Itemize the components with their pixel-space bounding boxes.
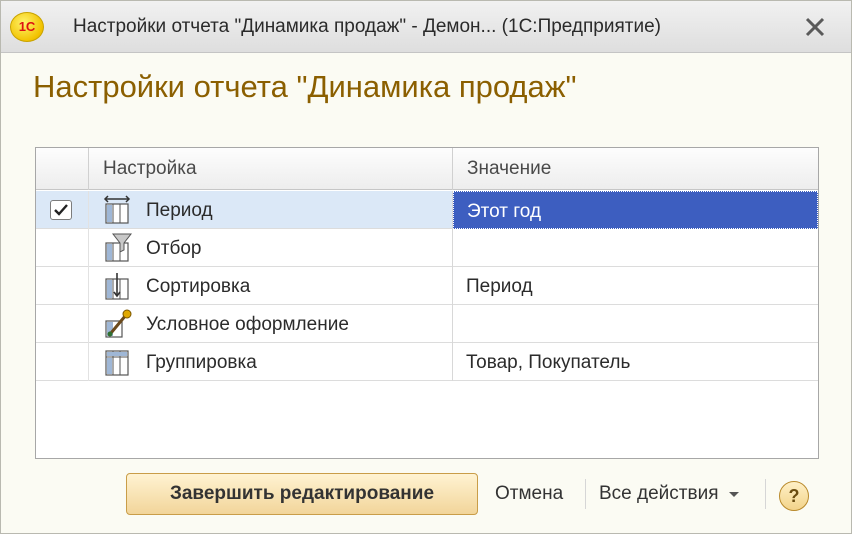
row-checkbox[interactable] — [50, 200, 72, 220]
table-row[interactable]: Условное оформление — [36, 305, 818, 343]
table-row[interactable]: Отбор — [36, 229, 818, 267]
row-check-cell — [36, 305, 89, 343]
row-check-cell[interactable] — [36, 191, 89, 229]
row-value-cell[interactable]: Период — [453, 267, 818, 305]
sort-icon — [105, 273, 129, 300]
separator — [585, 479, 586, 509]
table-row[interactable]: Группировка Товар, Покупатель — [36, 343, 818, 381]
row-label: Отбор — [146, 238, 202, 259]
row-name-cell[interactable]: Условное оформление — [89, 305, 453, 343]
row-value-cell[interactable] — [453, 305, 818, 343]
row-name-cell[interactable]: Отбор — [89, 229, 453, 267]
row-check-cell — [36, 343, 89, 381]
header-check-column — [36, 148, 89, 190]
header-setting[interactable]: Настройка — [89, 148, 453, 190]
row-value-cell[interactable] — [453, 229, 818, 267]
form-title: Настройки отчета "Динамика продаж" — [33, 69, 577, 104]
row-check-cell — [36, 267, 89, 305]
row-value-cell[interactable]: Этот год — [453, 191, 818, 229]
row-check-cell — [36, 229, 89, 267]
table-row[interactable]: Сортировка Период — [36, 267, 818, 305]
table-header: Настройка Значение — [36, 148, 818, 190]
title-bar[interactable]: 1С Настройки отчета "Динамика продаж" - … — [1, 1, 851, 53]
chevron-down-icon — [728, 492, 739, 497]
row-value: Период — [466, 276, 533, 297]
row-label: Условное оформление — [146, 314, 349, 335]
check-icon — [54, 204, 68, 216]
cancel-button[interactable]: Отмена — [495, 473, 563, 515]
row-value: Этот год — [467, 201, 542, 222]
table-row[interactable]: Период Этот год — [36, 191, 818, 229]
settings-window: 1С Настройки отчета "Динамика продаж" - … — [0, 0, 852, 534]
app-logo-text: 1С — [18, 19, 36, 34]
period-icon — [103, 195, 131, 224]
row-name-cell[interactable]: Сортировка — [89, 267, 453, 305]
settings-table: Настройка Значение Период Этот год Отбор… — [35, 147, 819, 459]
filter-icon — [105, 233, 133, 262]
row-value-cell[interactable]: Товар, Покупатель — [453, 343, 818, 381]
row-label: Группировка — [146, 352, 257, 373]
row-label: Сортировка — [146, 276, 251, 297]
all-actions-button[interactable]: Все действия — [599, 473, 741, 515]
help-button[interactable]: ? — [779, 481, 809, 511]
close-icon[interactable] — [797, 9, 833, 45]
row-name-cell[interactable]: Период — [89, 191, 453, 229]
grouping-icon — [105, 350, 129, 376]
all-actions-label: Все действия — [599, 483, 719, 504]
row-value: Товар, Покупатель — [466, 352, 631, 373]
separator — [765, 479, 766, 509]
app-logo-icon[interactable]: 1С — [10, 12, 44, 42]
header-value[interactable]: Значение — [453, 148, 818, 190]
row-name-cell[interactable]: Группировка — [89, 343, 453, 381]
row-label: Период — [146, 200, 213, 221]
window-title: Настройки отчета "Динамика продаж" - Дем… — [73, 16, 661, 37]
conditional-format-icon — [105, 309, 132, 338]
finish-editing-button[interactable]: Завершить редактирование — [126, 473, 478, 515]
